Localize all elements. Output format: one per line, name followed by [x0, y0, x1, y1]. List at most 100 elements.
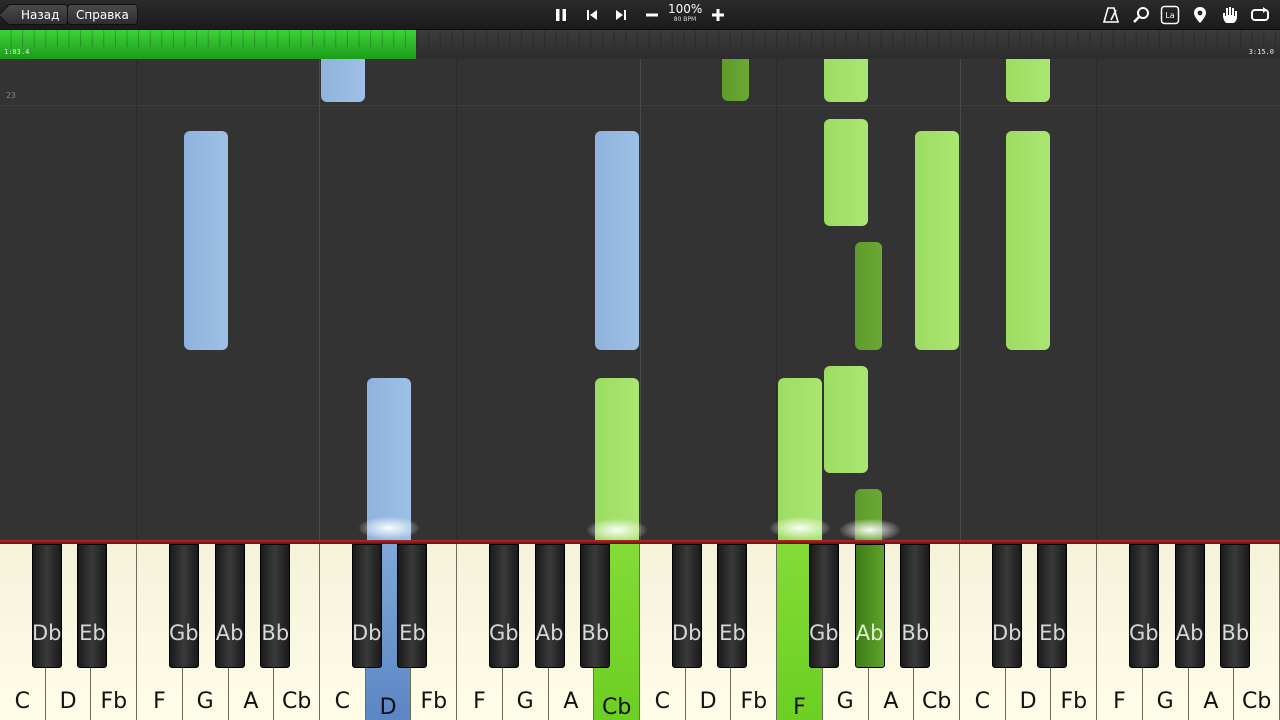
key-label: D: [59, 689, 77, 714]
key-label: Cb: [281, 689, 312, 714]
key-label: Fb: [1060, 689, 1088, 714]
black-key[interactable]: Ab: [1174, 544, 1205, 668]
note-labels-button[interactable]: La: [1159, 4, 1181, 26]
key-label: Gb: [489, 621, 519, 645]
markers-button[interactable]: [1189, 4, 1211, 26]
zoom-button[interactable]: [1130, 4, 1152, 26]
key-label: Gb: [809, 621, 839, 645]
key-label: D: [699, 689, 717, 714]
black-key[interactable]: Eb: [77, 544, 108, 668]
key-label: F: [1113, 689, 1126, 714]
skip-forward-icon: [616, 10, 626, 20]
black-key[interactable]: Db: [31, 544, 62, 668]
key-label: Db: [351, 621, 382, 645]
key-label: Bb: [901, 621, 930, 645]
tempo-percent: 100%: [668, 2, 703, 16]
skip-back-icon: [587, 10, 597, 20]
key-label: G: [1156, 689, 1174, 714]
pause-icon: [556, 9, 566, 21]
note: [1006, 131, 1050, 350]
black-key[interactable]: Gb: [488, 544, 519, 668]
faster-button[interactable]: [707, 4, 729, 26]
key-label: Ab: [215, 621, 244, 645]
note: [824, 59, 868, 102]
note-label-badge: La: [1165, 10, 1175, 20]
key-label: Db: [671, 621, 702, 645]
key-label: Bb: [581, 621, 610, 645]
key-label: F: [473, 689, 486, 714]
black-key[interactable]: Db: [991, 544, 1022, 668]
pause-button[interactable]: [550, 4, 572, 26]
slower-button[interactable]: [641, 4, 663, 26]
key-label: Gb: [169, 621, 199, 645]
metronome-icon: [1102, 7, 1120, 23]
key-label: Cb: [921, 689, 952, 714]
measure-line: [960, 59, 961, 540]
skip-forward-button[interactable]: [610, 4, 632, 26]
key-label: Eb: [719, 621, 746, 645]
note: [824, 119, 868, 226]
key-label: C: [654, 689, 671, 714]
note-roll: 23: [0, 59, 1280, 540]
key-label: Ab: [1175, 621, 1204, 645]
black-key[interactable]: Ab: [534, 544, 565, 668]
measure-number: 23: [6, 91, 16, 100]
black-key[interactable]: Eb: [397, 544, 428, 668]
magnifier-icon: [1133, 7, 1149, 23]
key-label: F: [793, 695, 806, 720]
key-label: Ab: [535, 621, 564, 645]
tempo-bpm: 80 BPM: [673, 16, 697, 23]
help-button[interactable]: Справка: [67, 4, 138, 25]
black-key[interactable]: Bb: [900, 544, 931, 668]
black-key[interactable]: Bb: [580, 544, 611, 668]
black-key[interactable]: Bb: [260, 544, 291, 668]
hands-button[interactable]: [1219, 4, 1241, 26]
beat-line: [776, 59, 777, 540]
total-time: 3:15.0: [1248, 48, 1274, 56]
beat-line: [136, 59, 137, 540]
black-key[interactable]: Bb: [1220, 544, 1251, 668]
key-label: Cb: [1241, 689, 1272, 714]
key-label: Fb: [740, 689, 768, 714]
back-button[interactable]: Назад: [6, 4, 69, 25]
black-key[interactable]: Gb: [168, 544, 199, 668]
note: [855, 242, 882, 350]
note: [915, 131, 959, 350]
black-key[interactable]: Db: [671, 544, 702, 668]
key-label: Fb: [100, 689, 128, 714]
black-key[interactable]: Gb: [808, 544, 839, 668]
note: [778, 378, 822, 540]
black-key[interactable]: Gb: [1128, 544, 1159, 668]
black-key[interactable]: Db: [351, 544, 382, 668]
key-label: Ab: [855, 621, 884, 645]
note: [722, 59, 749, 101]
measure-line: [319, 59, 320, 540]
key-label: Eb: [1039, 621, 1066, 645]
key-label: Eb: [399, 621, 426, 645]
song-progress-bar[interactable]: 1:03.4 3:15.0: [0, 30, 1280, 59]
skip-back-button[interactable]: [581, 4, 603, 26]
key-label: Gb: [1129, 621, 1159, 645]
key-hit-glow: [587, 519, 647, 540]
note: [367, 378, 411, 540]
key-label: A: [1203, 689, 1219, 714]
key-label: Bb: [1221, 621, 1250, 645]
key-label: Bb: [261, 621, 290, 645]
key-hit-glow: [770, 517, 830, 539]
synthesia-player: Назад Справка 100% 80 BPM La 1:03.4 3:15…: [0, 0, 1280, 720]
note: [595, 378, 639, 540]
hand-icon: [1223, 7, 1237, 23]
location-pin-icon: [1194, 7, 1206, 23]
key-label: Db: [31, 621, 62, 645]
key-hit-glow: [359, 517, 419, 539]
current-time: 1:03.4: [4, 48, 30, 56]
black-key[interactable]: Eb: [1037, 544, 1068, 668]
minus-icon: [646, 13, 658, 17]
key-label: G: [196, 689, 214, 714]
black-key[interactable]: Ab: [214, 544, 245, 668]
loop-button[interactable]: [1249, 4, 1271, 26]
metronome-button[interactable]: [1100, 4, 1122, 26]
black-key[interactable]: Ab: [854, 544, 885, 668]
black-key[interactable]: Eb: [717, 544, 748, 668]
key-label: A: [243, 689, 259, 714]
